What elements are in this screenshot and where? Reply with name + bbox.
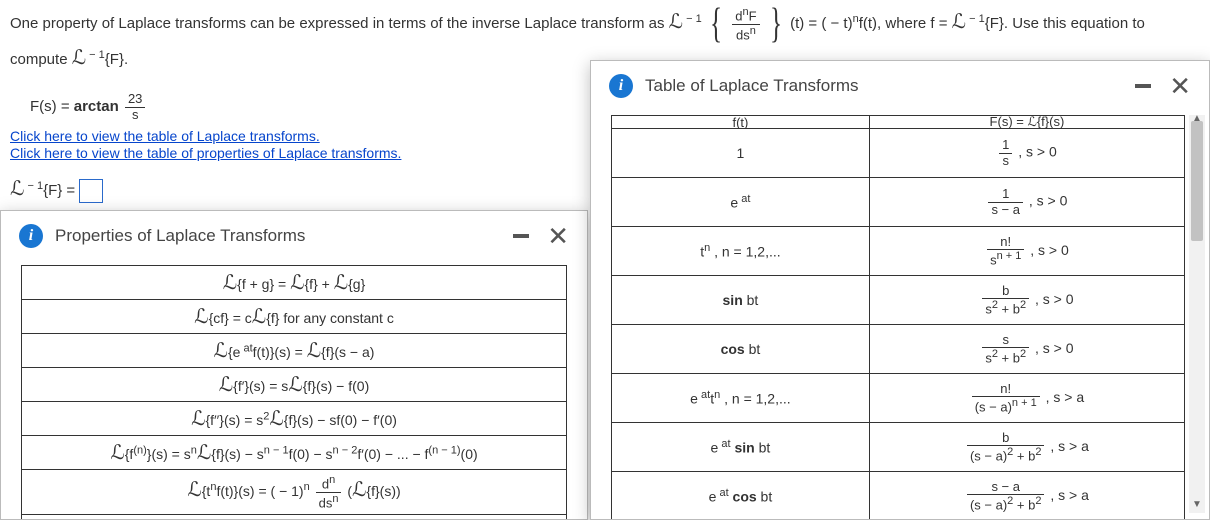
table-row: ℒ{tnf(t)}(s) = ( − 1)n dndsn (ℒ{f}(s))	[21, 470, 567, 515]
table-row: sin btbs2 + b2 , s > 0	[612, 276, 1185, 325]
scrollbar[interactable]: ▲ ▼	[1189, 115, 1205, 513]
frac: dnF dsn	[732, 6, 759, 42]
popup-properties: i Properties of Laplace Transforms ✕ ℒ{f…	[0, 210, 588, 520]
laplace-table: f(t) F(s) = ℒ{f}(s) 11s , s > 0e at1s − …	[611, 115, 1185, 519]
table-row: e at1s − a , s > 0	[612, 178, 1185, 227]
link-properties-table[interactable]: Click here to view the table of properti…	[10, 145, 401, 161]
table-row: ℒ{f′′}(s) = s2ℒ{f}(s) − sf(0) − f′(0)	[21, 402, 567, 436]
table-row: ℒ{f(n)}(s) = snℒ{f}(s) − sn − 1f(0) − sn…	[21, 436, 567, 470]
sup: − 1	[683, 13, 702, 25]
table-row: cos btss2 + b2 , s > 0	[612, 325, 1185, 374]
script-L: ℒ	[669, 11, 683, 33]
script-L: ℒ	[72, 47, 86, 69]
text: One property of Laplace transforms can b…	[10, 15, 669, 32]
close-icon[interactable]: ✕	[547, 223, 569, 249]
minimize-icon[interactable]	[1135, 84, 1151, 88]
table-row: 11s , s > 0	[612, 129, 1185, 178]
table-row: e at cos bts − a(s − a)2 + b2 , s > a	[612, 472, 1185, 520]
minimize-icon[interactable]	[513, 234, 529, 238]
table-row: ℒ{f′}(s) = sℒ{f}(s) − f(0)	[21, 368, 567, 402]
popup-laplace-table: i Table of Laplace Transforms ✕ f(t) F(s…	[590, 60, 1210, 520]
popup-title: Table of Laplace Transforms	[645, 76, 859, 96]
link-laplace-table[interactable]: Click here to view the table of Laplace …	[10, 128, 320, 144]
table-row: ℒ{f + g} = ℒ{f} + ℒ{g}	[21, 265, 567, 300]
popup-title: Properties of Laplace Transforms	[55, 226, 305, 246]
scroll-down-icon[interactable]: ▼	[1189, 499, 1205, 515]
table-row: tn , n = 1,2,...n!sn + 1 , s > 0	[612, 227, 1185, 276]
table-row: e at sin btb(s − a)2 + b2 , s > a	[612, 423, 1185, 472]
script-L: ℒ	[952, 11, 966, 33]
answer-input[interactable]	[79, 179, 103, 203]
info-icon: i	[19, 224, 43, 248]
close-icon[interactable]: ✕	[1169, 73, 1191, 99]
table-row: ℒ{e atf(t)}(s) = ℒ{f}(s − a)	[21, 334, 567, 368]
table-row: e attn , n = 1,2,...n!(s − a)n + 1 , s >…	[612, 374, 1185, 423]
scroll-thumb[interactable]	[1191, 121, 1203, 241]
info-icon: i	[609, 74, 633, 98]
table-row: ℒ{cf} = cℒ{f} for any constant c	[21, 300, 567, 334]
